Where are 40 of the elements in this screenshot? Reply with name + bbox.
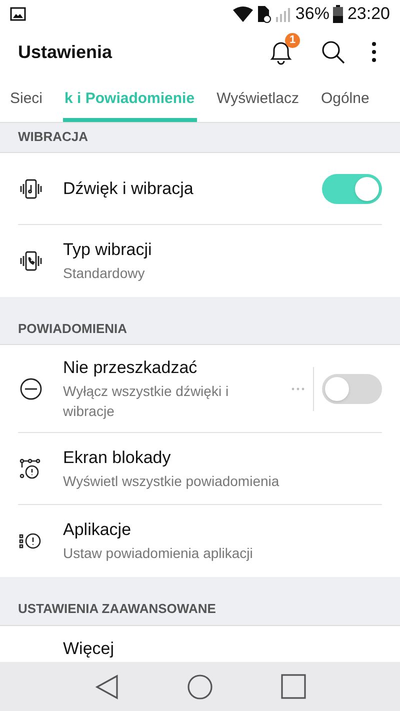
app-title: Ustawienia [18, 40, 114, 64]
more-vertical-icon [371, 41, 377, 63]
toggle-switch[interactable] [322, 174, 382, 204]
battery-percent: 36% [295, 3, 330, 26]
row-subtitle: Wyświetl wszystkie powiadomienia [63, 472, 280, 491]
settings-row[interactable]: Dźwięk i wibracja [0, 152, 400, 224]
row-subtitle: Standardowy [63, 264, 146, 282]
row-title: Nie przeszkadzać [63, 357, 198, 379]
row-title: Ekran blokady [63, 447, 172, 469]
minus-circle-icon [18, 376, 44, 402]
search-icon [320, 39, 346, 65]
settings-row[interactable]: Ekran blokady Wyświetl wszystkie powiadomienia [0, 433, 400, 505]
image-icon [10, 7, 26, 21]
wifi-icon [233, 6, 254, 22]
settings-row[interactable]: Typ wibracji Standardowy [0, 224, 400, 296]
clock-time: 23:20 [347, 3, 390, 26]
recents-button[interactable] [278, 672, 308, 702]
row-title: Aplikacje [63, 519, 132, 541]
row-subtitle: Ustaw powiadomienia aplikacji [63, 544, 254, 563]
row-title: Typ wibracji [63, 238, 153, 260]
toggle-switch[interactable] [322, 374, 382, 404]
row-title: Więcej [63, 638, 116, 660]
settings-row[interactable]: Więcej [0, 626, 400, 662]
section-header: WIBRACJA [0, 122, 400, 152]
tab[interactable]: Ogólne [318, 88, 372, 122]
more-dots-icon [291, 387, 305, 391]
row-subtitle: Wyłącz wszystkie dźwięki i wibracje [63, 382, 230, 421]
settings-row[interactable]: Aplikacje Ustaw powiadomienia aplikacji [0, 505, 400, 577]
tab[interactable]: Sieci [8, 88, 45, 122]
home-button[interactable] [184, 672, 215, 702]
back-triangle-icon [94, 674, 119, 700]
notification-badge: 1 [285, 33, 300, 48]
sim-card-icon [257, 5, 272, 23]
battery-icon [333, 5, 344, 23]
row-title: Dźwięk i wibracja [63, 178, 194, 200]
tab[interactable]: Wyświetlacz [214, 88, 301, 122]
home-circle-icon [186, 674, 213, 700]
signal-icon [275, 5, 292, 23]
settings-row[interactable]: Nie przeszkadzać Wyłącz wszystkie dźwięki i wibracje [0, 345, 400, 433]
recents-square-icon [280, 674, 306, 699]
